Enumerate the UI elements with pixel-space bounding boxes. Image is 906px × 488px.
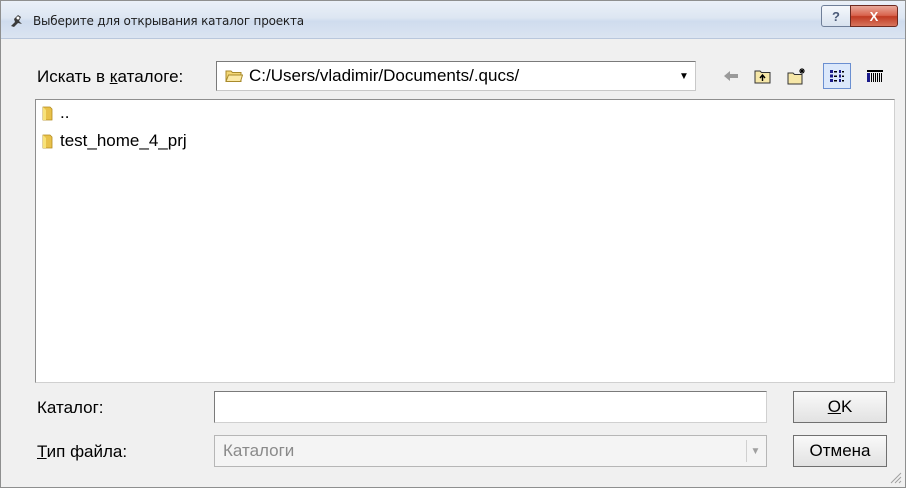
file-list[interactable]: .. test_home_4_prj: [35, 99, 895, 383]
qucs-app-icon: [11, 15, 22, 27]
file-type-label: Тип файла:: [37, 442, 128, 461]
look-in-label: Искать в каталоге:: [37, 67, 184, 86]
detail-view-icon: [867, 70, 883, 82]
ok-button[interactable]: OK: [793, 391, 887, 423]
title-bar[interactable]: Выберите для открывания каталог проекта …: [1, 1, 905, 39]
close-icon: X: [869, 8, 879, 24]
current-path: C:/Users/vladimir/Documents/.qucs/: [249, 66, 520, 85]
help-button[interactable]: ?: [821, 5, 851, 27]
file-type-combobox[interactable]: Каталоги ▼: [214, 435, 767, 467]
parent-folder-button[interactable]: [753, 67, 773, 85]
file-dialog-window: Выберите для открывания каталог проекта …: [0, 0, 906, 488]
look-in-combobox[interactable]: C:/Users/vladimir/Documents/.qucs/ ▼: [216, 61, 696, 91]
close-button[interactable]: X: [850, 5, 898, 27]
back-icon: [724, 71, 738, 81]
file-name: test_home_4_prj: [60, 131, 187, 150]
folder-icon: [42, 134, 53, 149]
detail-view-button[interactable]: [865, 67, 885, 85]
chevron-down-icon[interactable]: ▼: [746, 440, 764, 462]
list-view-button[interactable]: [823, 63, 851, 89]
open-folder-icon: [225, 70, 243, 82]
list-item[interactable]: ..: [40, 102, 69, 124]
directory-input[interactable]: [214, 391, 767, 423]
parent-folder-icon: [754, 70, 771, 84]
window-title: Выберите для открывания каталог проекта: [33, 14, 304, 28]
new-folder-icon: [787, 68, 805, 85]
folder-icon: [42, 106, 53, 121]
list-item[interactable]: test_home_4_prj: [40, 130, 187, 152]
chevron-down-icon[interactable]: ▼: [675, 65, 693, 87]
cancel-button[interactable]: Отмена: [793, 435, 887, 467]
list-view-icon: [830, 70, 844, 82]
directory-label: Каталог:: [37, 398, 104, 417]
new-folder-button[interactable]: [787, 67, 807, 85]
file-name: ..: [60, 103, 70, 122]
back-button[interactable]: [721, 67, 741, 85]
resize-grip-icon[interactable]: [888, 470, 902, 484]
file-type-value: Каталоги: [223, 441, 295, 460]
help-icon: ?: [832, 8, 840, 24]
